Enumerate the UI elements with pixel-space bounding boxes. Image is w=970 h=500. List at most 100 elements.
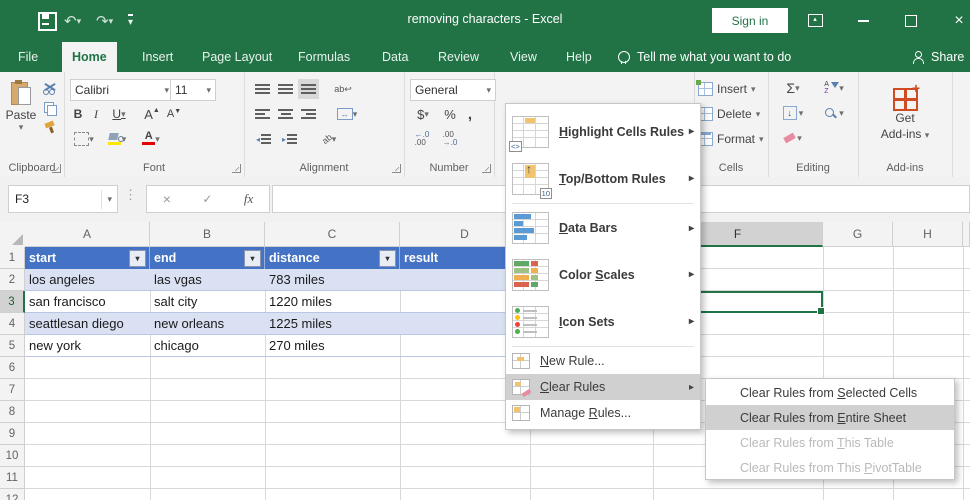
row-header-2[interactable]: 2 (0, 269, 25, 291)
filter-dropdown-icon[interactable]: ▾ (379, 250, 396, 267)
name-box[interactable]: F3 ▾ (8, 185, 118, 213)
row-header-11[interactable]: 11 (0, 467, 25, 489)
column-header-b[interactable]: B (150, 222, 265, 247)
tab-insert[interactable]: Insert (132, 42, 183, 72)
middle-align-button[interactable] (275, 79, 296, 99)
tab-page-layout[interactable]: Page Layout (192, 42, 282, 72)
filter-dropdown-icon[interactable]: ▾ (244, 250, 261, 267)
table-header-distance[interactable]: distance▾ (265, 247, 400, 269)
number-format-combo[interactable]: General▾ (410, 79, 496, 101)
align-right-button[interactable] (298, 104, 319, 124)
tell-me-box[interactable]: Tell me what you want to do (618, 42, 791, 72)
menu-item-clear-rules[interactable]: Clear Rules ▸ (506, 374, 700, 400)
align-left-button[interactable] (252, 104, 273, 124)
decrease-decimal-button[interactable]: .00→.0 (438, 130, 462, 148)
orientation-button[interactable]: ab ▾ (314, 129, 344, 149)
table-header-end[interactable]: end▾ (150, 247, 265, 269)
top-align-button[interactable] (252, 79, 273, 99)
cell-c5[interactable]: 270 miles (265, 335, 400, 357)
cell-a3[interactable]: san francisco (25, 291, 150, 313)
comma-button[interactable]: , (462, 105, 478, 123)
cell-c2[interactable]: 783 miles (265, 269, 400, 291)
cell-b3[interactable]: salt city (150, 291, 265, 313)
row-header-8[interactable]: 8 (0, 401, 25, 423)
formula-bar-splitter[interactable]: ⋮ (124, 187, 137, 203)
tab-file[interactable]: File (8, 42, 48, 72)
alignment-dialog-launcher[interactable] (392, 164, 401, 173)
wrap-text-button[interactable]: ab↩ (330, 79, 356, 99)
row-header-10[interactable]: 10 (0, 445, 25, 467)
tab-formulas[interactable]: Formulas (288, 42, 360, 72)
name-box-caret-icon[interactable]: ▾ (101, 190, 117, 209)
row-header-7[interactable]: 7 (0, 379, 25, 401)
table-header-start[interactable]: start▾ (25, 247, 150, 269)
font-size-combo[interactable]: 11▾ (170, 79, 216, 101)
cell-c3[interactable]: 1220 miles (265, 291, 400, 313)
shrink-font-button[interactable]: A▼ (164, 105, 184, 123)
borders-button[interactable]: ▾ (70, 130, 98, 148)
close-button[interactable]: × (948, 8, 970, 33)
menu-item-top-bottom-rules[interactable]: ↑ 10 Top/Bottom Rules ▸ (506, 155, 700, 202)
column-header-partial[interactable] (963, 222, 970, 247)
menu-item-manage-rules[interactable]: Manage Rules... (506, 400, 700, 426)
paste-button[interactable]: Paste ▾ (4, 78, 38, 136)
maximize-button[interactable] (896, 8, 926, 33)
menu-item-icon-sets[interactable]: Icon Sets ▸ (506, 298, 700, 345)
format-cells-button[interactable]: Format▾ (698, 130, 764, 148)
tab-review[interactable]: Review (428, 42, 489, 72)
center-button[interactable] (275, 104, 296, 124)
tab-home[interactable]: Home (62, 42, 117, 72)
font-dialog-launcher[interactable] (232, 164, 241, 173)
sort-filter-button[interactable]: A Z ▾ (816, 79, 852, 97)
underline-button[interactable]: U▾ (106, 105, 132, 123)
menu-item-color-scales[interactable]: Color Scales ▸ (506, 251, 700, 298)
share-button[interactable]: Share (912, 42, 964, 72)
decrease-indent-button[interactable]: ◂ (252, 129, 275, 149)
cut-button[interactable] (40, 80, 60, 96)
clear-button[interactable]: ▾ (776, 129, 810, 147)
increase-decimal-button[interactable]: ←.0.00 (410, 130, 434, 148)
menu-item-data-bars[interactable]: Data Bars ▸ (506, 205, 700, 251)
cell-a4[interactable]: seattlesan diego (25, 313, 150, 335)
tab-help[interactable]: Help (556, 42, 602, 72)
increase-indent-button[interactable]: ▸ (278, 129, 301, 149)
enter-icon[interactable]: ✓ (202, 192, 212, 206)
cancel-icon[interactable]: × (163, 191, 171, 207)
column-header-a[interactable]: A (25, 222, 150, 247)
row-header-9[interactable]: 9 (0, 423, 25, 445)
number-dialog-launcher[interactable] (482, 164, 491, 173)
find-select-button[interactable]: ▾ (816, 104, 852, 122)
row-header-3[interactable]: 3 (0, 291, 25, 313)
cell-b2[interactable]: las vgas (150, 269, 265, 291)
minimize-button[interactable] (848, 8, 878, 33)
submenu-item-clear-entire-sheet[interactable]: Clear Rules from Entire Sheet (706, 405, 954, 430)
get-addins-button[interactable]: + Get Add-ins ▾ (870, 77, 940, 149)
format-painter-button[interactable] (40, 120, 60, 136)
italic-button[interactable]: I (88, 105, 104, 123)
autosum-button[interactable]: Σ▾ (776, 79, 810, 97)
grow-font-button[interactable]: A▲ (142, 105, 162, 123)
cell-b5[interactable]: chicago (150, 335, 265, 357)
row-header-4[interactable]: 4 (0, 313, 25, 335)
tab-data[interactable]: Data (372, 42, 418, 72)
row-header-6[interactable]: 6 (0, 357, 25, 379)
insert-function-icon[interactable]: fx (244, 191, 253, 207)
ribbon-display-options-button[interactable]: ▴ (800, 8, 830, 33)
cell-c4[interactable]: 1225 miles (265, 313, 400, 335)
filter-dropdown-icon[interactable]: ▾ (129, 250, 146, 267)
tab-view[interactable]: View (500, 42, 547, 72)
delete-cells-button[interactable]: × Delete▾ (698, 105, 764, 123)
insert-cells-button[interactable]: Insert▾ (698, 80, 764, 98)
clipboard-dialog-launcher[interactable] (52, 164, 61, 173)
fill-color-button[interactable]: ▾ (102, 130, 132, 148)
merge-center-button[interactable]: ↔ ▾ (330, 104, 364, 124)
fill-button[interactable]: ↓ ▾ (776, 104, 810, 122)
font-name-combo[interactable]: Calibri▾ (70, 79, 174, 101)
menu-item-highlight-cells-rules[interactable]: <> Highlight Cells Rules ▸ (506, 108, 700, 155)
currency-button[interactable]: $▾ (410, 105, 436, 123)
bold-button[interactable]: B (70, 105, 86, 123)
bottom-align-button[interactable] (298, 79, 319, 99)
fill-handle[interactable] (817, 307, 825, 315)
percent-button[interactable]: % (440, 105, 460, 123)
row-header-5[interactable]: 5 (0, 335, 25, 357)
